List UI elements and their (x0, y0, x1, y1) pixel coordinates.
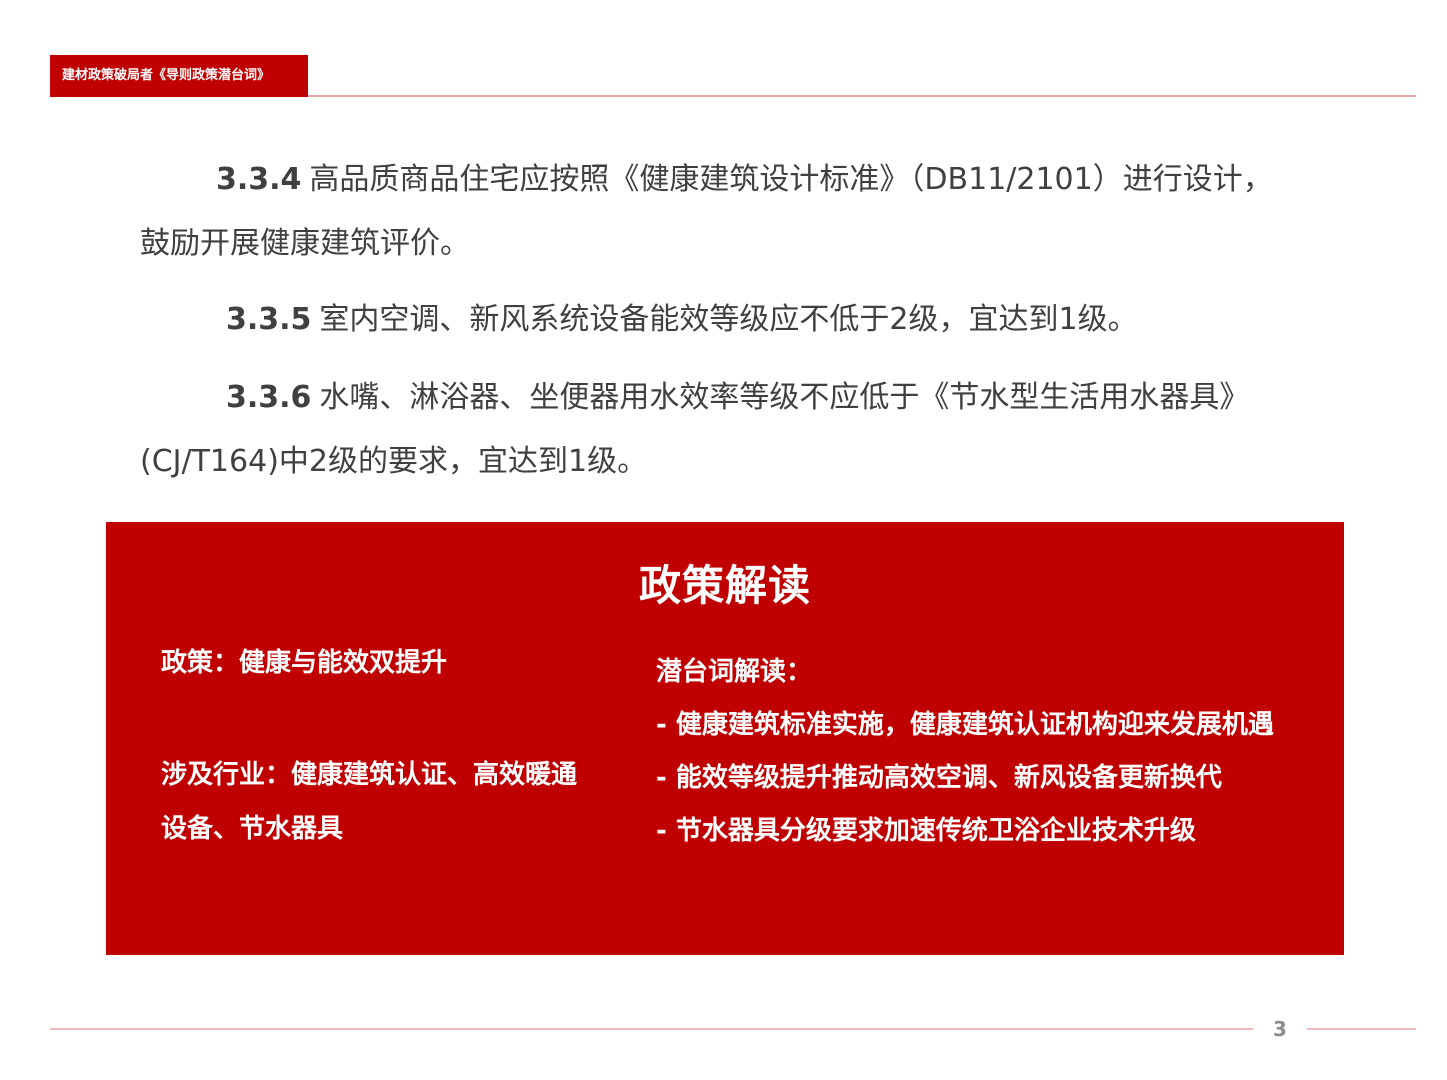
clause-number: 3.3.6 (226, 380, 312, 415)
clause-3-3-4: 3.3.4 高品质商品住宅应按照《健康建筑设计标准》（DB11/2101）进行设计… (140, 148, 1300, 276)
subtext-title: 潜台词解读： (656, 657, 813, 687)
clause-text: 室内空调、新风系统设备能效等级应不低于2级，宜达到1级。 (319, 302, 1138, 337)
header-divider (308, 95, 1416, 97)
subtext-point: - 能效等级提升推动高效空调、新风设备更新换代 (656, 763, 1222, 793)
clause-3-3-5: 3.3.5 室内空调、新风系统设备能效等级应不低于2级，宜达到1级。 (140, 288, 1300, 352)
footer-divider-left (50, 1028, 1253, 1030)
clause-number: 3.3.4 (216, 162, 302, 197)
industries-involved: 涉及行业：健康建筑认证、高效暖通设备、节水器具 (161, 760, 578, 844)
subtext-interpretation: 潜台词解读： - 健康建筑标准实施，健康建筑认证机构迎来发展机遇 - 能效等级提… (656, 646, 1316, 858)
clause-3-3-6: 3.3.6 水嘴、淋浴器、坐便器用水效率等级不应低于《节水型生活用水器具》(CJ/… (140, 366, 1300, 494)
clause-number: 3.3.5 (226, 302, 312, 337)
page-number: 3 (1273, 1017, 1287, 1041)
subtext-point: - 节水器具分级要求加速传统卫浴企业技术升级 (656, 816, 1196, 846)
clause-text: 高品质商品住宅应按照《健康建筑设计标准》（DB11/2101）进行设计，鼓励开展… (140, 162, 1273, 261)
policy-summary: 政策：健康与能效双提升 (161, 648, 448, 678)
header-tag: 建材政策破局者《导则政策潜台词》 (50, 55, 308, 97)
panel-title: 政策解读 (638, 561, 811, 610)
footer-divider-right (1307, 1028, 1416, 1030)
subtext-point: - 健康建筑标准实施，健康建筑认证机构迎来发展机遇 (656, 710, 1274, 740)
policy-interpretation-panel: 政策解读 政策：健康与能效双提升 涉及行业：健康建筑认证、高效暖通设备、节水器具… (106, 522, 1344, 955)
